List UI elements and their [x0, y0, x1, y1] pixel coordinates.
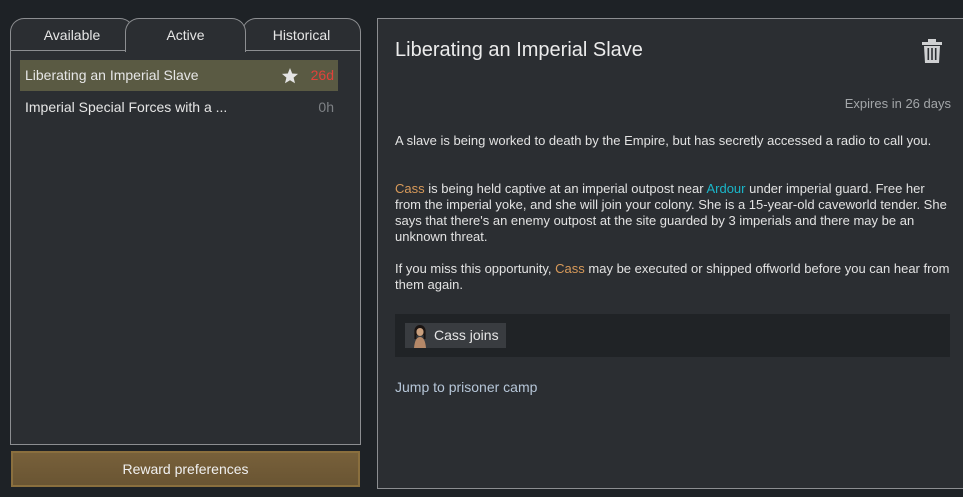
quest-description-warning: If you miss this opportunity, Cass may b…: [395, 261, 950, 293]
quest-detail-panel: Liberating an Imperial Slave Expires in …: [377, 18, 963, 489]
quest-tabs: Available Historical Active: [10, 18, 361, 52]
tab-available[interactable]: Available: [10, 18, 134, 51]
reward-section: Cass joins: [395, 314, 950, 357]
quest-row[interactable]: Liberating an Imperial Slave 26d: [20, 60, 338, 91]
quest-time-remaining: 26d: [310, 67, 334, 83]
quest-description-intro: A slave is being worked to death by the …: [395, 133, 932, 148]
description-text: is being held captive at an imperial out…: [424, 181, 707, 196]
quest-list: Liberating an Imperial Slave 26d Imperia…: [10, 50, 361, 445]
quest-list-panel: Available Historical Active Liberating a…: [10, 18, 361, 445]
quest-description-body: Cass is being held captive at an imperia…: [395, 181, 950, 245]
pawn-name[interactable]: Cass: [555, 261, 585, 276]
pawn-name[interactable]: Cass: [395, 181, 425, 196]
quest-name: Imperial Special Forces with a ...: [25, 99, 228, 115]
tab-active[interactable]: Active: [125, 18, 246, 52]
reward-item[interactable]: Cass joins: [405, 323, 506, 348]
trash-icon[interactable]: [921, 38, 943, 64]
quest-name: Liberating an Imperial Slave: [25, 67, 199, 83]
quest-row[interactable]: Imperial Special Forces with a ... 0h: [20, 92, 338, 123]
jump-to-site-link[interactable]: Jump to prisoner camp: [395, 379, 537, 395]
reward-preferences-button[interactable]: Reward preferences: [11, 451, 360, 487]
expiry-text: Expires in 26 days: [844, 96, 951, 111]
tab-historical[interactable]: Historical: [242, 18, 361, 51]
reward-label: Cass joins: [434, 327, 499, 343]
settlement-name[interactable]: Ardour: [706, 181, 745, 196]
quest-time-remaining: 0h: [318, 99, 334, 115]
star-icon[interactable]: [281, 60, 299, 91]
description-text: If you miss this opportunity,: [395, 261, 556, 276]
pawn-portrait-icon: [414, 325, 426, 348]
quest-title: Liberating an Imperial Slave: [395, 39, 643, 61]
